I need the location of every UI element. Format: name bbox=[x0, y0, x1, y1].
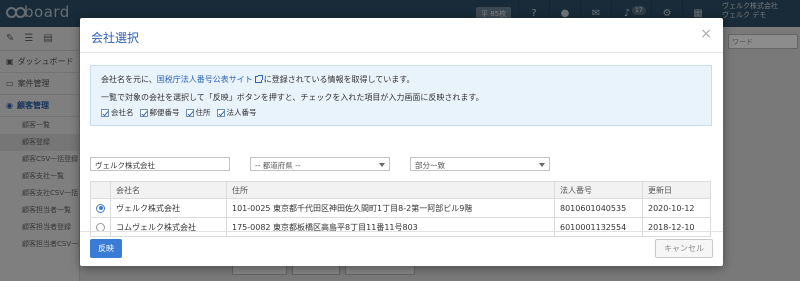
apply-button[interactable]: 反映 bbox=[90, 239, 122, 258]
info-instructions: 一覧で対象の会社を選択して「反映」ボタンを押すと、チェックを入れた項目が入力画面… bbox=[101, 93, 484, 102]
radio-selected-icon[interactable] bbox=[96, 203, 105, 213]
checkbox-postal-code[interactable]: 郵便番号 bbox=[139, 107, 180, 118]
checkbox-label: 法人番号 bbox=[226, 108, 257, 117]
info-prefix: 会社名を元に、 bbox=[101, 75, 157, 84]
cell-number: 8010601040535 bbox=[554, 198, 643, 218]
row-radio-cell[interactable] bbox=[90, 198, 111, 218]
column-header-company: 会社名 bbox=[110, 181, 227, 199]
dialog-header: 会社選択 × bbox=[80, 18, 723, 53]
company-name-input[interactable]: ヴェルク株式会社 bbox=[90, 157, 230, 171]
info-panel: 会社名を元に、国税庁法人番号公表サイト に登録されている情報を取得しています。 一… bbox=[90, 65, 712, 126]
cell-date: 2020-10-12 bbox=[642, 198, 711, 218]
checkbox-corporate-number[interactable]: 法人番号 bbox=[216, 107, 257, 118]
cell-address: 101-0025 東京都千代田区神田佐久間町1丁目8-2第一阿部ビル9階 bbox=[226, 198, 555, 218]
column-header-select bbox=[90, 181, 111, 199]
chevron-down-icon bbox=[539, 163, 545, 167]
checkbox-company-name[interactable]: 会社名 bbox=[101, 107, 134, 118]
info-text: 会社名を元に、国税庁法人番号公表サイト に登録されている情報を取得しています。 bbox=[101, 74, 701, 85]
table-header-row: 会社名 住所 法人番号 更新日 bbox=[90, 181, 711, 199]
company-results-table: 会社名 住所 法人番号 更新日 ヴェルク株式会社 101-0025 東京都千代田… bbox=[90, 181, 711, 237]
dialog-footer: 反映 キャンセル bbox=[80, 231, 723, 266]
checkbox-checked-icon bbox=[216, 108, 225, 117]
external-link-icon bbox=[254, 75, 263, 83]
checkbox-checked-icon bbox=[185, 108, 194, 117]
match-type-select[interactable]: 部分一致 bbox=[410, 157, 550, 171]
prefecture-select[interactable]: -- 都道府県 -- bbox=[250, 157, 390, 171]
checkbox-checked-icon bbox=[139, 108, 148, 117]
table-row[interactable]: ヴェルク株式会社 101-0025 東京都千代田区神田佐久間町1丁目8-2第一阿… bbox=[90, 198, 711, 218]
nta-site-link[interactable]: 国税庁法人番号公表サイト bbox=[157, 75, 253, 84]
column-header-address: 住所 bbox=[226, 181, 555, 199]
match-type-select-value: 部分一致 bbox=[415, 161, 445, 170]
apply-fields-checkboxes: 会社名 郵便番号 住所 法人番号 bbox=[101, 107, 701, 118]
column-header-number: 法人番号 bbox=[554, 181, 643, 199]
chevron-down-icon bbox=[379, 163, 385, 167]
checkbox-checked-icon bbox=[101, 108, 109, 117]
close-icon[interactable]: × bbox=[700, 26, 712, 42]
checkbox-address[interactable]: 住所 bbox=[185, 107, 211, 118]
info-suffix: に登録されている情報を取得しています。 bbox=[263, 75, 415, 84]
prefecture-select-value: -- 都道府県 -- bbox=[255, 161, 301, 170]
checkbox-label: 郵便番号 bbox=[149, 108, 180, 117]
column-header-updated: 更新日 bbox=[642, 181, 711, 199]
company-select-dialog: 会社選択 × 会社名を元に、国税庁法人番号公表サイト に登録されている情報を取得し… bbox=[80, 18, 723, 266]
cell-company: ヴェルク株式会社 bbox=[110, 198, 227, 218]
checkbox-label: 会社名 bbox=[111, 108, 134, 117]
dialog-title: 会社選択 bbox=[91, 31, 140, 45]
cancel-button[interactable]: キャンセル bbox=[655, 239, 713, 258]
checkbox-label: 住所 bbox=[195, 108, 211, 117]
